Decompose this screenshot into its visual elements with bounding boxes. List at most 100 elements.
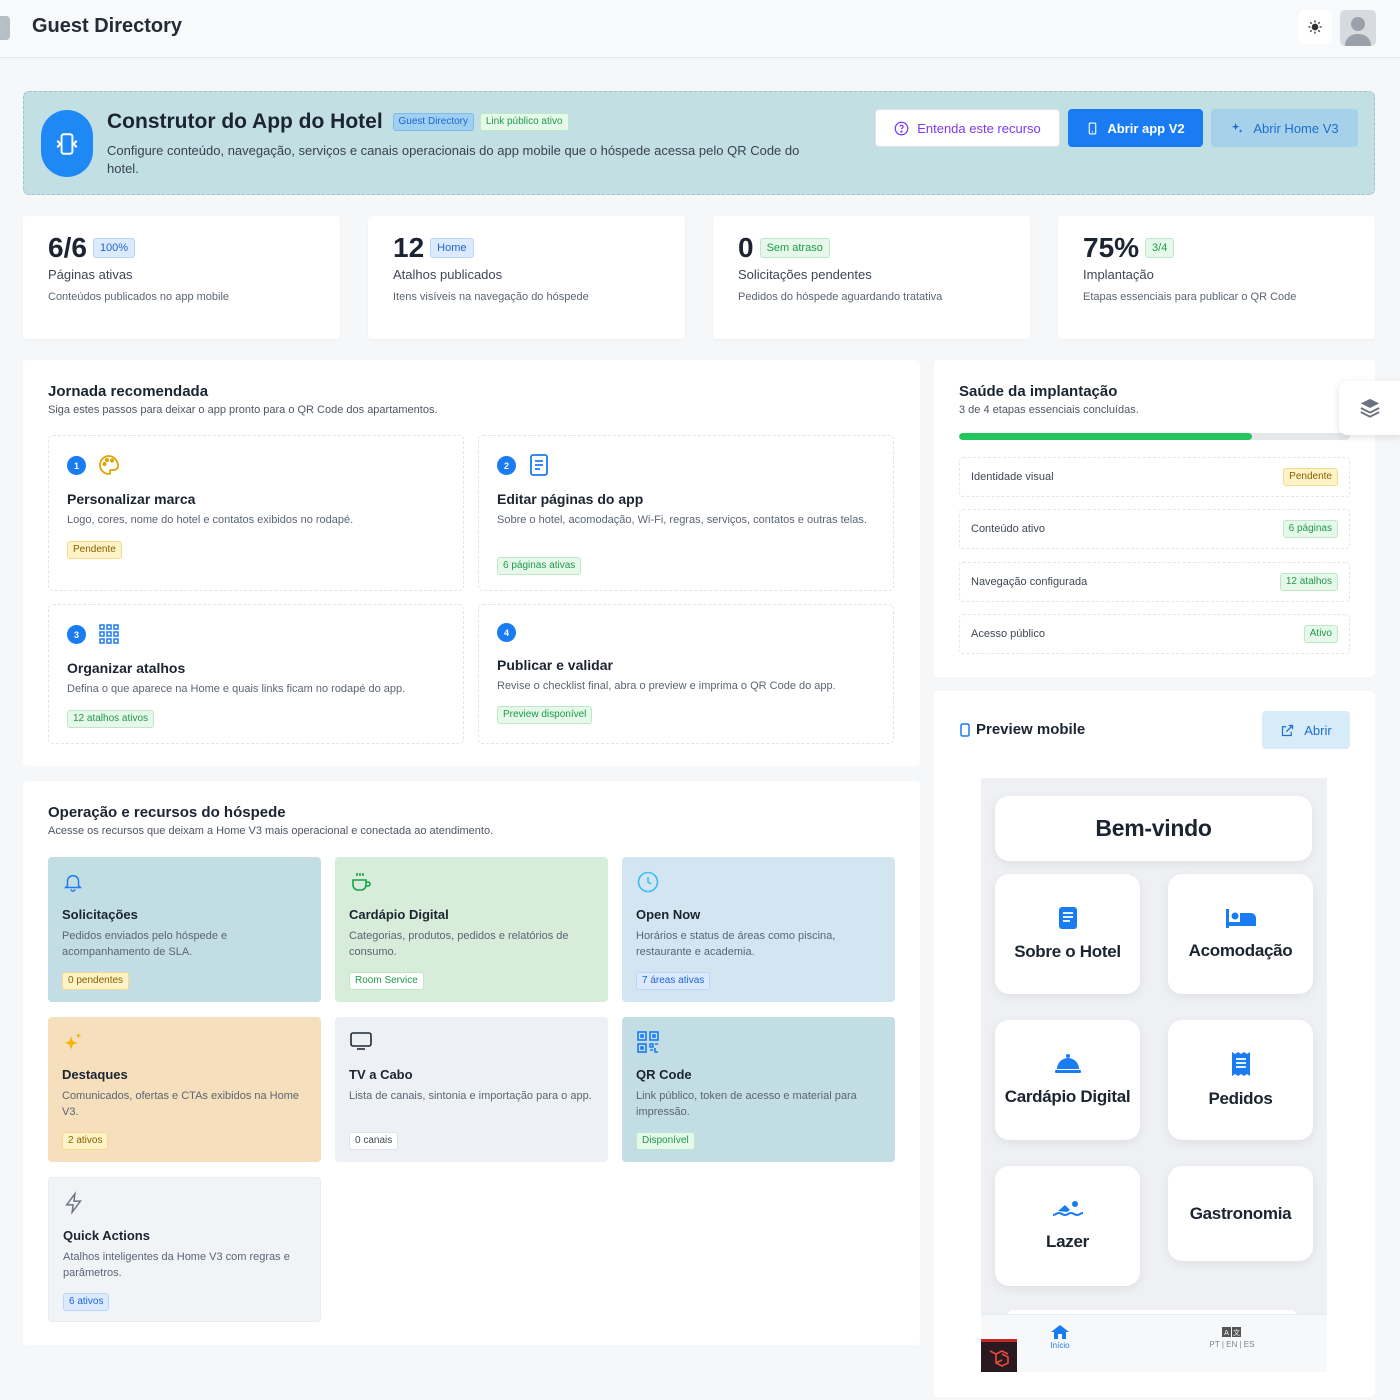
bed-icon: [1225, 909, 1256, 928]
preview-open-button[interactable]: Abrir: [1262, 711, 1350, 749]
cloche-icon: [1054, 1054, 1081, 1073]
health-title: Saúde da implantação: [959, 383, 1118, 400]
stat-value: 12: [393, 232, 425, 263]
nav-home[interactable]: Início: [1037, 1325, 1083, 1350]
step-status-badge: Preview disponível: [497, 706, 593, 724]
qrcode-icon: [637, 1031, 659, 1053]
app-builder-icon: [41, 110, 93, 177]
stat-label: Solicitações pendentes: [738, 267, 872, 282]
tile-label: Cardápio Digital: [1004, 1087, 1131, 1106]
nav-language-label: PT | EN | ES: [1209, 1340, 1255, 1349]
step-card-publish[interactable]: 4 Publicar e validar Revise o checklist …: [478, 604, 894, 744]
open-home-v3-button[interactable]: Abrir Home V3: [1211, 109, 1358, 147]
welcome-card: Bem-vindo: [995, 796, 1312, 861]
resource-description: Atalhos inteligentes da Home V3 com regr…: [63, 1251, 290, 1279]
help-button-label: Entenda este recurso: [917, 120, 1041, 136]
help-button[interactable]: Entenda este recurso: [875, 109, 1060, 147]
coffee-icon: [352, 873, 371, 891]
open-app-v2-button[interactable]: Abrir app V2: [1068, 109, 1203, 147]
step-description: Defina o que aparece na Home e quais lin…: [67, 683, 406, 695]
resource-badge: Disponível: [636, 1132, 695, 1150]
phone-icon: [1089, 122, 1097, 134]
receipt-icon: [1231, 1052, 1250, 1076]
stat-badge: 100%: [92, 238, 136, 258]
tile-label: Pedidos: [1208, 1089, 1273, 1108]
tile-label: Acomodação: [1188, 941, 1293, 960]
layers-panel-tab[interactable]: [1339, 381, 1400, 435]
resource-card-digital-menu[interactable]: Cardápio Digital Categorias, produtos, p…: [335, 857, 608, 1002]
resource-description: Pedidos enviados pelo hóspede e acompanh…: [62, 930, 228, 958]
resource-title: QR Code: [636, 1067, 692, 1082]
resource-badge: 6 ativos: [63, 1293, 110, 1311]
step-title: Editar páginas do app: [497, 491, 644, 507]
nav-language[interactable]: A文 PT | EN | ES: [1197, 1327, 1267, 1349]
sparkles-icon: [64, 1032, 82, 1050]
swim-icon: [1052, 1201, 1083, 1217]
document-icon: [530, 454, 548, 476]
step-title: Publicar e validar: [497, 657, 613, 673]
tile-label: Sobre o Hotel: [1014, 942, 1121, 961]
tile-orders[interactable]: Pedidos: [1168, 1020, 1313, 1140]
resource-card-requests[interactable]: Solicitações Pedidos enviados pelo hóspe…: [48, 857, 321, 1002]
clock-icon: [637, 871, 659, 893]
resource-card-highlights[interactable]: Destaques Comunicados, ofertas e CTAs ex…: [48, 1017, 321, 1162]
resource-title: Quick Actions: [63, 1228, 150, 1243]
health-row-label: Identidade visual: [971, 471, 1054, 483]
tile-digital-menu[interactable]: Cardápio Digital: [995, 1020, 1140, 1140]
theme-toggle-button[interactable]: [1298, 10, 1332, 44]
resource-badge: 7 áreas ativas: [636, 972, 711, 990]
resource-card-qr-code[interactable]: QR Code Link público, token de acesso e …: [622, 1017, 895, 1162]
resource-card-quick-actions[interactable]: Quick Actions Atalhos inteligentes da Ho…: [48, 1177, 321, 1322]
health-row-badge: Ativo: [1303, 625, 1338, 643]
stat-card-shortcuts: 12 Home Atalhos publicados Itens visíveis…: [368, 216, 685, 339]
resource-title: TV a Cabo: [349, 1067, 413, 1082]
tile-about-hotel[interactable]: Sobre o Hotel: [995, 874, 1140, 994]
health-row-badge: 12 atalhos: [1279, 573, 1338, 591]
resource-title: Cardápio Digital: [349, 907, 449, 922]
resource-badge: Room Service: [349, 972, 424, 990]
tile-gastronomy[interactable]: Gastronomia: [1168, 1166, 1313, 1261]
open-app-v2-label: Abrir app V2: [1107, 120, 1185, 136]
avatar[interactable]: [1340, 10, 1376, 46]
tv-icon: [350, 1032, 372, 1050]
health-row-navigation: Navegação configurada 12 atalhos: [959, 562, 1350, 602]
health-row-content: Conteúdo ativo 6 páginas: [959, 509, 1350, 549]
step-card-brand[interactable]: 1 Personalizar marca Logo, cores, nome d…: [48, 435, 464, 591]
home-icon: [1051, 1325, 1069, 1339]
resource-title: Destaques: [62, 1067, 128, 1082]
resource-badge: 2 ativos: [62, 1132, 109, 1150]
resource-title: Open Now: [636, 907, 701, 922]
step-description: Revise o checklist final, abra o preview…: [497, 680, 836, 692]
step-description: Logo, cores, nome do hotel e contatos ex…: [67, 514, 354, 526]
stat-card-pages: 6/6 100% Páginas ativas Conteúdos publica…: [23, 216, 340, 339]
step-number: 2: [497, 456, 516, 475]
resource-badge: 0 canais: [349, 1132, 399, 1150]
health-progress-bar: [959, 433, 1350, 440]
laravel-logo-icon: [981, 1342, 1017, 1372]
step-card-shortcuts[interactable]: 3 Organizar atalhos Defina o que aparece…: [48, 604, 464, 744]
stat-label: Atalhos publicados: [393, 267, 503, 282]
step-card-pages[interactable]: 2 Editar páginas do app Sobre o hotel, a…: [478, 435, 894, 591]
mobile-preview-frame: Bem-vindo Sobre o Hotel Acomodação Cardá…: [981, 778, 1327, 1372]
stat-card-deployment: 75% 3/4 Implantação Etapas essenciais par…: [1058, 216, 1375, 339]
resource-description: Comunicados, ofertas e CTAs exibidos na …: [62, 1090, 300, 1118]
resource-card-open-now[interactable]: Open Now Horários e status de áreas como…: [622, 857, 895, 1002]
tile-leisure[interactable]: Lazer: [995, 1166, 1140, 1286]
resource-card-cable-tv[interactable]: TV a Cabo Lista de canais, sintonia e im…: [335, 1017, 608, 1162]
stat-subtitle: Conteúdos publicados no app mobile: [48, 291, 230, 303]
journey-subtitle: Siga estes passos para deixar o app pron…: [48, 404, 438, 416]
step-description: Sobre o hotel, acomodação, Wi-Fi, regras…: [497, 514, 867, 526]
step-status-badge: 6 páginas ativas: [497, 557, 582, 575]
bell-icon: [63, 874, 83, 892]
tile-accommodation[interactable]: Acomodação: [1168, 874, 1313, 994]
sidebar-toggle[interactable]: [0, 16, 10, 40]
resource-description: Link público, token de acesso e material…: [636, 1090, 857, 1118]
bottom-nav: Início A文 PT | EN | ES: [981, 1314, 1327, 1372]
step-number: 1: [67, 456, 86, 475]
stat-badge: 3/4: [1145, 238, 1175, 258]
hero-title: Construtor do App do Hotel Guest Directo…: [107, 110, 569, 134]
public-link-badge: Link público ativo: [479, 113, 569, 132]
resource-badge: 0 pendentes: [62, 972, 130, 990]
stat-label: Páginas ativas: [48, 267, 133, 282]
resource-description: Categorias, produtos, pedidos e relatóri…: [349, 930, 569, 958]
